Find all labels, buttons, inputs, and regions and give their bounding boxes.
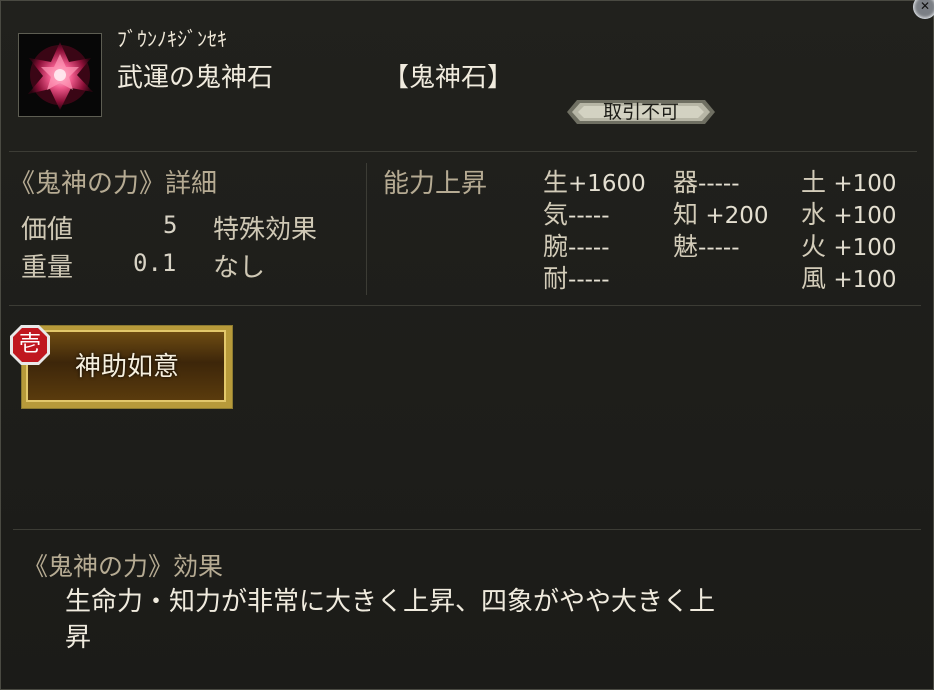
skill-rank-badge: 壱 <box>8 323 52 367</box>
divider-top <box>9 151 917 152</box>
stat-endurance: 耐----- <box>543 264 610 293</box>
effect-description-line-2: 昇 <box>65 623 92 653</box>
item-category: 【鬼神石】 <box>383 63 514 93</box>
item-detail-panel: ✕ ﾌﾞｳﾝﾉｷｼﾞﾝｾｷ 武運の鬼神石 【鬼神石】 取引不可 《鬼神の力》詳細… <box>0 0 934 690</box>
details-title: 《鬼神の力》詳細 <box>9 169 218 199</box>
effect-title: 《鬼神の力》効果 <box>23 552 224 581</box>
special-effect-label: 特殊効果 <box>213 215 318 245</box>
value-number: 5 <box>163 211 178 239</box>
special-effect-value: なし <box>213 253 266 283</box>
skill-button[interactable]: 神助如意 壱 <box>10 325 233 409</box>
stat-charm: 魅----- <box>673 232 740 261</box>
divider-bottom <box>13 529 921 530</box>
close-button[interactable]: ✕ <box>913 0 934 19</box>
trade-status-label: 取引不可 <box>602 101 679 123</box>
stat-dexterity: 器----- <box>673 168 740 197</box>
value-label: 価値 <box>21 215 74 245</box>
trade-status-badge: 取引不可 <box>567 98 715 126</box>
weight-number: 0.1 <box>133 249 177 277</box>
close-icon: ✕ <box>920 0 931 13</box>
divider-middle <box>9 305 921 306</box>
item-furigana: ﾌﾞｳﾝﾉｷｼﾞﾝｾｷ <box>117 27 227 51</box>
effect-description-line-1: 生命力・知力が非常に大きく上昇、四象がやや大きく上 <box>65 587 716 617</box>
stat-water: 水 +100 <box>801 200 897 229</box>
stat-arm: 腕----- <box>543 232 610 261</box>
stat-earth: 土 +100 <box>801 168 897 197</box>
stat-intelligence: 知 +200 <box>673 200 769 229</box>
skill-rank-label: 壱 <box>18 332 41 357</box>
stat-fire: 火 +100 <box>801 232 897 261</box>
stat-ki: 気----- <box>543 200 610 229</box>
crimson-gem-icon <box>18 33 102 117</box>
skill-name: 神助如意 <box>74 352 179 382</box>
stat-wind: 風 +100 <box>801 264 897 293</box>
stat-life: 生+1600 <box>543 168 646 197</box>
item-name: 武運の鬼神石 <box>117 63 274 93</box>
abilities-title: 能力上昇 <box>383 169 488 199</box>
weight-label: 重量 <box>21 253 74 283</box>
divider-vertical <box>366 163 367 295</box>
